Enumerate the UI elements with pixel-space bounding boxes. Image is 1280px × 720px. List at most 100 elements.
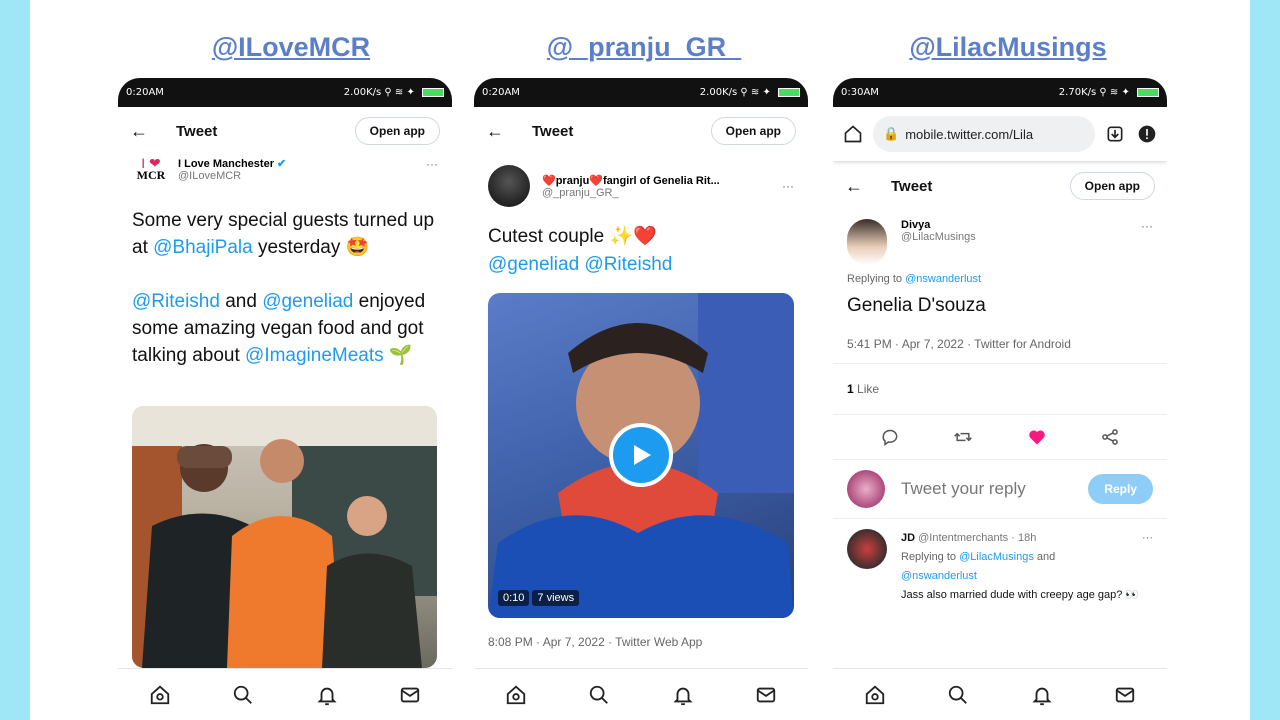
phone-screenshot-2: 0:20AM 2.00K/s ⚲ ≋ ✦ ← Tweet Open app ❤️… — [474, 78, 808, 720]
phone-screenshot-1: 0:20AM 2.00K/s ⚲ ≋ ✦ ← Tweet Open app I … — [118, 78, 452, 720]
home-icon[interactable] — [864, 684, 886, 706]
browser-bar: 🔒 mobile.twitter.com/Lila — [833, 107, 1167, 161]
author-name[interactable]: I Love Manchester — [178, 158, 274, 170]
back-arrow-icon[interactable]: ← — [486, 121, 520, 142]
home-icon[interactable] — [505, 684, 527, 706]
more-icon[interactable]: ··· — [1141, 219, 1153, 233]
open-app-button[interactable]: Open app — [710, 117, 796, 145]
reply-avatar[interactable] — [847, 529, 887, 569]
author-handle[interactable]: @ILoveMCR — [178, 170, 426, 182]
bell-icon[interactable] — [316, 684, 338, 706]
verified-icon: ✔ — [277, 158, 287, 170]
tweet-meta: 5:41 PM · Apr 7, 2022 · Twitter for Andr… — [833, 317, 1167, 364]
author-name[interactable]: ❤️pranju❤️fangirl of Genelia Rit... — [542, 174, 782, 187]
reply-author-handle[interactable]: @Intentmerchants — [918, 532, 1008, 544]
search-icon[interactable] — [588, 684, 610, 706]
author-avatar[interactable] — [847, 219, 887, 265]
status-icons: 2.00K/s ⚲ ≋ ✦ — [700, 87, 800, 98]
mention-lilacmusings[interactable]: @LilacMusings — [959, 551, 1034, 563]
bottom-nav — [474, 668, 808, 720]
tweet-header: ← Tweet Open app — [118, 107, 452, 155]
likes-count[interactable]: 1 Like — [833, 364, 1167, 415]
home-icon[interactable] — [149, 684, 171, 706]
lock-icon: 🔒 — [883, 126, 900, 141]
search-icon[interactable] — [947, 684, 969, 706]
status-icons: 2.00K/s ⚲ ≋ ✦ — [344, 87, 444, 98]
back-arrow-icon[interactable]: ← — [130, 121, 164, 142]
status-bar: 0:20AM 2.00K/s ⚲ ≋ ✦ — [118, 78, 452, 107]
mail-icon[interactable] — [755, 684, 777, 706]
mention-nswanderlust-2[interactable]: @nswanderlust — [901, 567, 1153, 586]
tweet-header: ← Tweet Open app — [833, 161, 1167, 211]
reply-input[interactable]: Tweet your reply — [885, 479, 1088, 499]
bottom-nav — [833, 668, 1167, 720]
reply-text: Jass also married dude with creepy age g… — [901, 589, 1140, 601]
reply-more-icon[interactable]: ··· — [1142, 529, 1153, 548]
play-icon — [634, 445, 651, 465]
mention-nswanderlust[interactable]: @nswanderlust — [905, 273, 981, 285]
author-name[interactable]: Divya — [901, 219, 1141, 231]
video-views: 7 views — [532, 590, 580, 606]
ilovemcr-logo[interactable]: I ❤ MCR — [132, 156, 170, 181]
reply-replying-to: Replying to @LilacMusings and — [901, 551, 1056, 563]
reply-icon[interactable] — [880, 427, 900, 447]
mention-geneliad[interactable]: @geneliad — [488, 254, 579, 275]
reply-tweet[interactable]: JD @Intentmerchants · 18h ··· Replying t… — [833, 519, 1167, 615]
tweet-meta: 8:08 PM · Apr 7, 2022 · Twitter Web App — [488, 635, 703, 649]
status-icons: 2.70K/s ⚲ ≋ ✦ — [1059, 87, 1159, 98]
author-avatar[interactable] — [488, 165, 530, 207]
search-icon[interactable] — [232, 684, 254, 706]
reply-composer: Tweet your reply Reply — [833, 460, 1167, 519]
tweet-video[interactable]: 0:10 7 views — [488, 293, 794, 618]
tweet-text: Some very special guests turned up at @B… — [132, 210, 435, 366]
mention-bhajipala[interactable]: @BhajiPala — [153, 237, 253, 258]
mention-geneliad[interactable]: @geneliad — [262, 291, 353, 312]
header-title: Tweet — [891, 177, 933, 195]
user-avatar[interactable] — [847, 470, 885, 508]
tweet-author: I ❤ MCR I Love Manchester ✔ @ILoveMCR ··… — [118, 155, 452, 195]
open-app-button[interactable]: Open app — [354, 117, 440, 145]
author-handle[interactable]: @LilacMusings — [901, 231, 1141, 243]
status-bar: 0:30AM 2.70K/s ⚲ ≋ ✦ — [833, 78, 1167, 107]
more-icon[interactable]: ··· — [426, 157, 438, 171]
video-duration: 0:10 — [498, 590, 530, 606]
video-overlay: 0:10 7 views — [498, 590, 580, 606]
more-icon[interactable]: ··· — [782, 179, 794, 193]
author-handle[interactable]: @_pranju_GR_ — [542, 187, 782, 199]
url-bar[interactable]: 🔒 mobile.twitter.com/Lila — [873, 116, 1095, 152]
bell-icon[interactable] — [1031, 684, 1053, 706]
mention-imaginemeats[interactable]: @ImagineMeats — [245, 345, 384, 366]
caption-1[interactable]: @ILoveMCR — [121, 32, 461, 63]
heart-icon[interactable] — [1027, 427, 1047, 447]
back-arrow-icon[interactable]: ← — [845, 176, 879, 197]
tweet-text: Genelia D'souza — [847, 295, 986, 316]
reply-time: · 18h — [1011, 532, 1037, 544]
bell-icon[interactable] — [672, 684, 694, 706]
reply-button[interactable]: Reply — [1088, 474, 1153, 504]
open-app-button[interactable]: Open app — [1069, 172, 1155, 200]
reply-author-name[interactable]: JD — [901, 532, 915, 544]
url-text: mobile.twitter.com/Lila — [905, 126, 1034, 142]
bottom-nav — [118, 668, 452, 720]
tweet-text: Cutest couple ✨❤️ @geneliad @Riteishd — [488, 226, 673, 275]
mail-icon[interactable] — [1114, 684, 1136, 706]
tweet-author: Divya @LilacMusings ··· — [833, 211, 1167, 265]
share-icon[interactable] — [1100, 427, 1120, 447]
mail-icon[interactable] — [399, 684, 421, 706]
mention-riteishd[interactable]: @Riteishd — [132, 291, 220, 312]
status-bar: 0:20AM 2.00K/s ⚲ ≋ ✦ — [474, 78, 808, 107]
mention-riteishd[interactable]: @Riteishd — [584, 254, 672, 275]
status-time: 0:30AM — [841, 87, 879, 98]
caption-3[interactable]: @LilacMusings — [838, 32, 1178, 63]
alert-icon[interactable] — [1137, 124, 1157, 144]
download-icon[interactable] — [1105, 124, 1125, 144]
caption-2[interactable]: @_pranju_GR_ — [474, 32, 814, 63]
retweet-icon[interactable] — [953, 427, 973, 447]
home-browser-icon[interactable] — [843, 124, 863, 144]
status-time: 0:20AM — [482, 87, 520, 98]
tweet-photo[interactable] — [132, 406, 437, 668]
phone-screenshot-3: 0:30AM 2.70K/s ⚲ ≋ ✦ 🔒 mobile.twitter.com… — [833, 78, 1167, 720]
tweet-author: ❤️pranju❤️fangirl of Genelia Rit... @_pr… — [474, 155, 808, 207]
header-title: Tweet — [532, 122, 574, 140]
play-button[interactable] — [609, 423, 673, 487]
